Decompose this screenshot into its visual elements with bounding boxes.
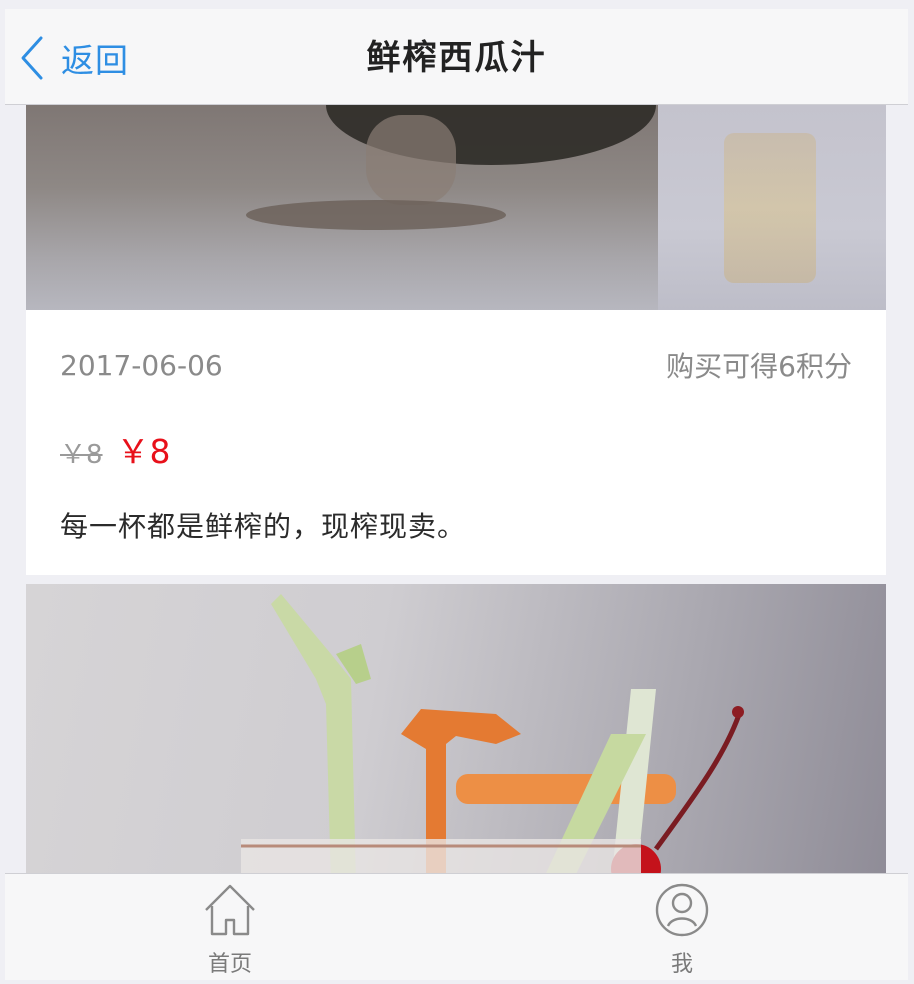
product-card: 2017-06-06 购买可得6积分 ￥8 ￥8 每一杯都是鲜榨的，现榨现卖。 xyxy=(26,105,886,575)
sale-price: ￥8 xyxy=(116,432,171,471)
tab-home-label: 首页 xyxy=(207,952,252,977)
price-row: ￥8 ￥8 xyxy=(60,425,171,471)
product-photo xyxy=(26,584,886,884)
user-icon xyxy=(654,882,710,942)
points-info: 购买可得6积分 xyxy=(666,350,852,383)
meta-row: 2017-06-06 购买可得6积分 xyxy=(60,345,852,385)
original-price: ￥8 xyxy=(60,440,103,470)
page-title: 鲜榨西瓜汁 xyxy=(366,38,547,78)
tab-me[interactable]: 我 xyxy=(622,882,742,977)
tab-bar: 首页 我 xyxy=(5,873,908,980)
tab-me-label: 我 xyxy=(670,952,693,977)
tab-home[interactable]: 首页 xyxy=(170,882,290,977)
home-icon xyxy=(202,882,258,942)
product-description: 每一杯都是鲜榨的，现榨现卖。 xyxy=(60,510,467,543)
nav-bar: 返回 鲜榨西瓜汁 xyxy=(5,9,908,105)
publish-date: 2017-06-06 xyxy=(60,348,223,382)
product-image xyxy=(26,105,886,310)
app-frame: 返回 鲜榨西瓜汁 2017-06-06 购买可得6积分 ￥8 ￥8 每一杯都是鲜… xyxy=(5,9,908,980)
